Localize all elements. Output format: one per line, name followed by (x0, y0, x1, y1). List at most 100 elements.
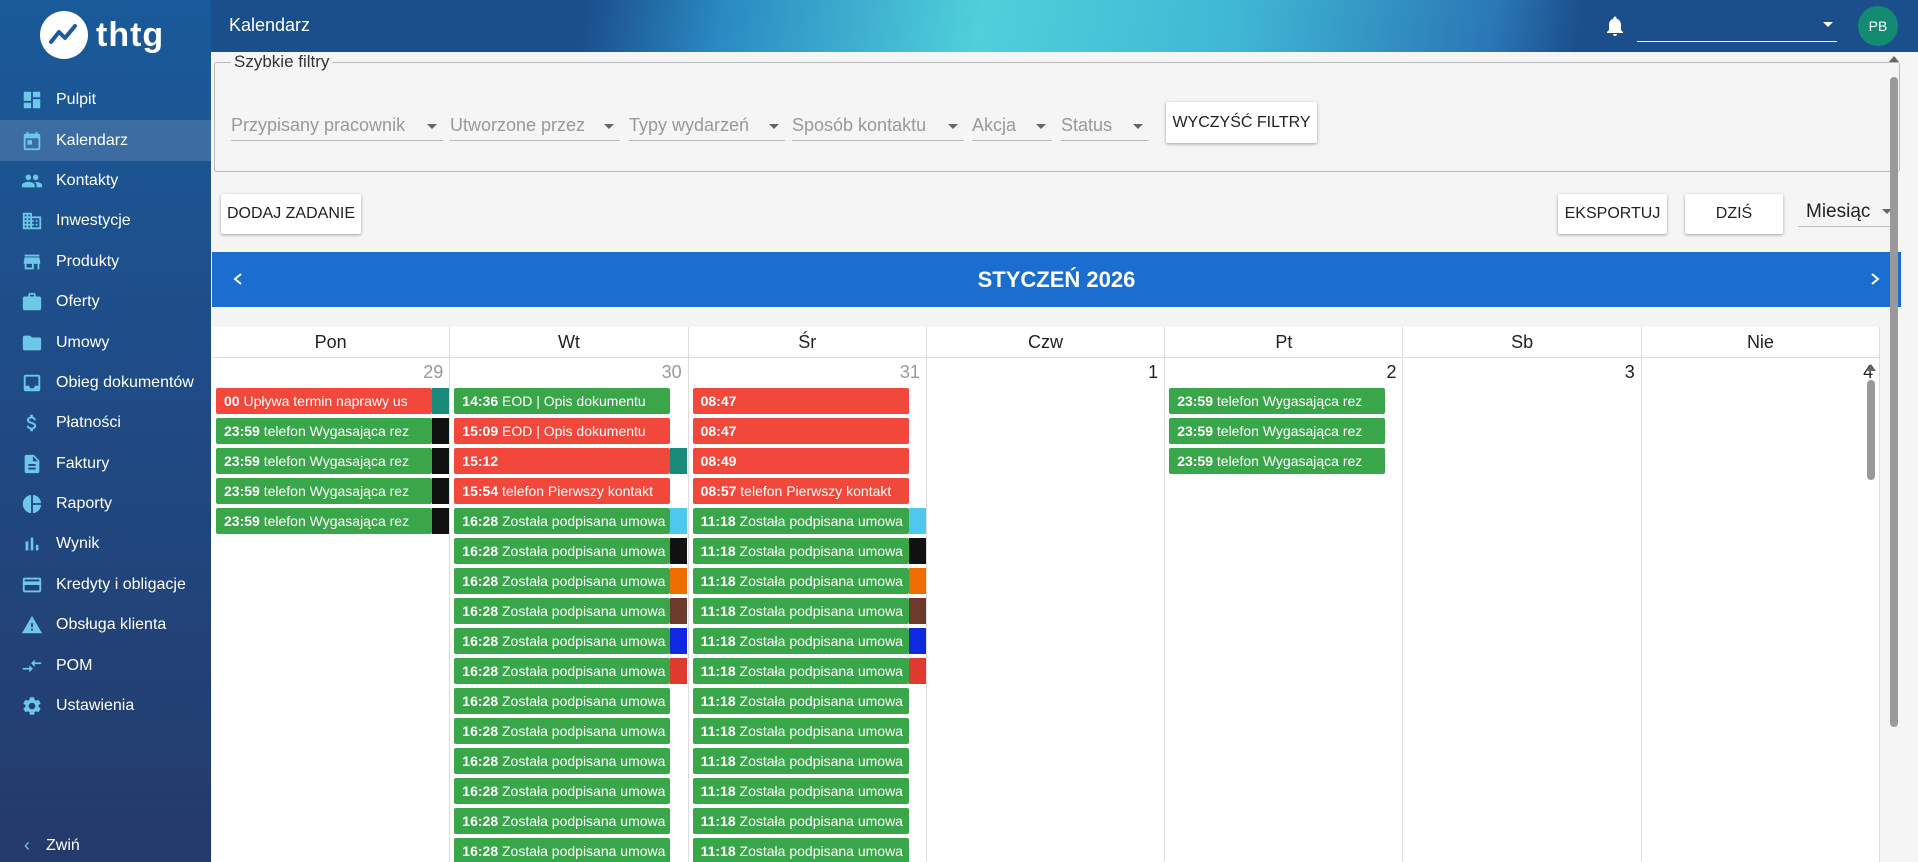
day-number[interactable]: 29 (423, 362, 443, 383)
sidebar-item-ustawienia[interactable]: Ustawienia (0, 686, 211, 726)
calendar-event[interactable]: 23:59 telefon Wygasająca rez (1169, 448, 1386, 474)
calendar-event[interactable]: 16:28 Została podpisana umowa (454, 628, 671, 654)
calendar-event[interactable]: 16:28 Została podpisana umowa (454, 538, 671, 564)
day-cell[interactable]: 1 (927, 358, 1166, 862)
calendar-event[interactable]: 11:18 Została podpisana umowa (692, 838, 909, 862)
calendar-event[interactable]: 23:59 telefon Wygasająca rez (1169, 418, 1386, 444)
sidebar-item-label: Wynik (56, 535, 100, 553)
sidebar-item-pom[interactable]: POM (0, 645, 211, 685)
day-number[interactable]: 30 (662, 362, 682, 383)
sidebar-item-obieg-dokumentów[interactable]: Obieg dokumentów (0, 363, 211, 403)
view-select[interactable]: Miesiąc (1798, 197, 1898, 227)
next-month-button[interactable] (1863, 267, 1887, 291)
event-color-tag (432, 478, 449, 504)
filter-action[interactable]: Akcja (972, 115, 1052, 141)
today-button[interactable]: DZIŚ (1685, 194, 1783, 234)
calendar-event[interactable]: 16:28 Została podpisana umowa (454, 748, 671, 774)
sidebar-item-umowy[interactable]: Umowy (0, 322, 211, 362)
day-number[interactable]: 31 (900, 362, 920, 383)
sidebar-item-kontakty[interactable]: Kontakty (0, 161, 211, 201)
calendar-event[interactable]: 00 Upływa termin naprawy us (216, 388, 432, 414)
calendar-event[interactable]: 16:28 Została podpisana umowa (454, 658, 671, 684)
page-scrollbar[interactable] (1887, 52, 1901, 862)
add-task-button[interactable]: DODAJ ZADANIE (221, 194, 361, 234)
calendar-event[interactable]: 08:49 (692, 448, 909, 474)
calendar-event[interactable]: 14:36 EOD | Opis dokumentu (454, 388, 671, 414)
calendar-event[interactable]: 23:59 telefon Wygasająca rez (1169, 388, 1386, 414)
calendar-event[interactable]: 11:18 Została podpisana umowa (692, 598, 909, 624)
calendar-event[interactable]: 16:28 Została podpisana umowa (454, 718, 671, 744)
sidebar-item-inwestycje[interactable]: Inwestycje (0, 201, 211, 241)
user-select[interactable] (1637, 12, 1837, 42)
calendar-event[interactable]: 16:28 Została podpisana umowa (454, 838, 671, 862)
calendar-event[interactable]: 11:18 Została podpisana umowa (692, 808, 909, 834)
sidebar-item-kalendarz[interactable]: Kalendarz (0, 120, 211, 161)
sidebar-item-produkty[interactable]: Produkty (0, 242, 211, 282)
calendar-event[interactable]: 11:18 Została podpisana umowa (692, 778, 909, 804)
day-cell[interactable]: 4 (1642, 358, 1880, 862)
calendar-event[interactable]: 11:18 Została podpisana umowa (692, 748, 909, 774)
sidebar-item-oferty[interactable]: Oferty (0, 282, 211, 322)
sidebar-item-płatności[interactable]: Płatności (0, 403, 211, 443)
calendar-event[interactable]: 23:59 telefon Wygasająca rez (216, 508, 432, 534)
logo[interactable]: thtg (40, 10, 164, 60)
sidebar-item-wynik[interactable]: Wynik (0, 524, 211, 564)
calendar-event[interactable]: 23:59 telefon Wygasająca rez (216, 448, 432, 474)
avatar[interactable]: PB (1858, 6, 1898, 46)
filter-assigned-employee[interactable]: Przypisany pracownik (231, 115, 443, 141)
dollar-icon (20, 411, 44, 435)
filter-contact-method[interactable]: Sposób kontaktu (792, 115, 964, 141)
day-cell[interactable]: 30 14:36 EOD | Opis dokumentu 15:09 EOD | … (450, 358, 689, 862)
calendar-event[interactable]: 16:28 Została podpisana umowa (454, 778, 671, 804)
day-cell[interactable]: 2 23:59 telefon Wygasająca rez 23:59 telef… (1165, 358, 1404, 862)
prev-month-button[interactable] (226, 267, 250, 291)
sidebar-item-raporty[interactable]: Raporty (0, 484, 211, 524)
calendar-event[interactable]: 23:59 telefon Wygasająca rez (216, 478, 432, 504)
day-number[interactable]: 1 (1148, 362, 1158, 383)
filter-event-types[interactable]: Typy wydarzeń (629, 115, 785, 141)
calendar-event[interactable]: 11:18 Została podpisana umowa (692, 568, 909, 594)
calendar-event[interactable]: 08:57 telefon Pierwszy kontakt (692, 478, 909, 504)
chevron-left-icon: ‹ (24, 835, 30, 855)
scrollbar-thumb[interactable] (1867, 380, 1875, 480)
day-number[interactable]: 2 (1386, 362, 1396, 383)
calendar-event[interactable]: 16:28 Została podpisana umowa (454, 598, 671, 624)
bell-icon[interactable] (1603, 14, 1627, 38)
day-cell[interactable]: 31 08:47 08:47 08:49 08:57 telefon Pierws… (689, 358, 927, 862)
calendar-event[interactable]: 11:18 Została podpisana umowa (692, 628, 909, 654)
scrollbar-thumb[interactable] (1890, 77, 1898, 727)
calendar-event[interactable]: 11:18 Została podpisana umowa (692, 538, 909, 564)
clear-filters-button[interactable]: WYCZYŚĆ FILTRY (1166, 102, 1317, 143)
calendar-event[interactable]: 08:47 (692, 388, 909, 414)
sidebar-item-kredyty-i-obligacje[interactable]: Kredyty i obligacje (0, 565, 211, 605)
calendar-event[interactable]: 16:28 Została podpisana umowa (454, 688, 671, 714)
calendar-scrollbar[interactable] (1864, 358, 1878, 862)
calendar-event[interactable]: 16:28 Została podpisana umowa (454, 508, 671, 534)
event-title: Została podpisana umowa (502, 693, 666, 709)
calendar-event[interactable]: 15:09 EOD | Opis dokumentu (454, 418, 671, 444)
filter-created-by[interactable]: Utworzone przez (450, 115, 620, 141)
event-color-tag (670, 658, 688, 684)
scroll-up-icon[interactable] (1889, 56, 1899, 62)
scroll-up-icon[interactable] (1866, 364, 1876, 371)
calendar-event[interactable]: 11:18 Została podpisana umowa (692, 718, 909, 744)
sidebar-item-pulpit[interactable]: Pulpit (0, 80, 211, 120)
sidebar-item-faktury[interactable]: Faktury (0, 444, 211, 484)
filter-status[interactable]: Status (1061, 115, 1149, 141)
day-cell[interactable]: 3 (1404, 358, 1642, 862)
calendar-event[interactable]: 11:18 Została podpisana umowa (692, 508, 909, 534)
calendar-event[interactable]: 16:28 Została podpisana umowa (454, 568, 671, 594)
day-cell[interactable]: 29 00 Upływa termin naprawy us 23:59 telef… (212, 358, 451, 862)
calendar-event[interactable]: 23:59 telefon Wygasająca rez (216, 418, 432, 444)
chevron-down-icon (1823, 22, 1833, 27)
calendar-event[interactable]: 15:12 (454, 448, 671, 474)
calendar-event[interactable]: 11:18 Została podpisana umowa (692, 688, 909, 714)
calendar-event[interactable]: 16:28 Została podpisana umowa (454, 808, 671, 834)
collapse-button[interactable]: ‹ Zwiń (24, 835, 80, 856)
calendar-event[interactable]: 15:54 telefon Pierwszy kontakt (454, 478, 671, 504)
calendar-event[interactable]: 11:18 Została podpisana umowa (692, 658, 909, 684)
calendar-event[interactable]: 08:47 (692, 418, 909, 444)
day-number[interactable]: 3 (1625, 362, 1635, 383)
export-button[interactable]: EKSPORTUJ (1558, 194, 1667, 234)
sidebar-item-obsługa-klienta[interactable]: Obsługa klienta (0, 605, 211, 645)
